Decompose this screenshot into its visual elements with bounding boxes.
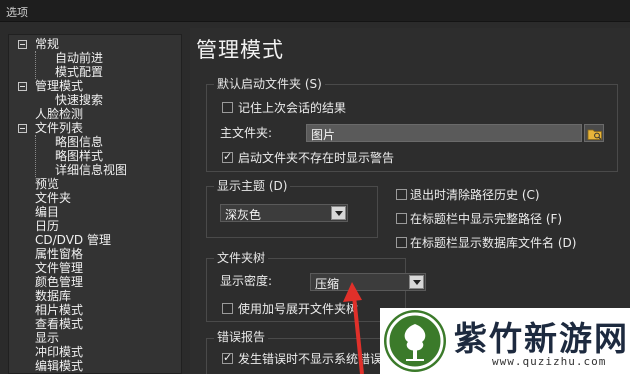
- suppress-errors-checkbox[interactable]: [222, 351, 233, 364]
- watermark-title: 紫竹新游网: [454, 319, 629, 358]
- tree-item-face-detect[interactable]: 人脸检测: [35, 107, 83, 121]
- browse-folder-button[interactable]: [584, 124, 604, 142]
- full-path-title-label: 在标题栏中显示完整路径 (F): [410, 212, 563, 226]
- tree-item-general[interactable]: 常规: [35, 37, 59, 51]
- tree-item-detail-view[interactable]: 详细信息视图: [55, 163, 127, 177]
- tree-item-calendar[interactable]: 日历: [35, 219, 59, 233]
- tree-item-file-list[interactable]: 文件列表: [35, 121, 83, 135]
- tree-icon: [386, 312, 444, 370]
- tree-item-display[interactable]: 显示: [35, 331, 59, 345]
- tree-item-database[interactable]: 数据库: [35, 289, 71, 303]
- tree-item-mode-config[interactable]: 模式配置: [55, 65, 103, 79]
- db-name-title-checkbox[interactable]: [396, 237, 407, 248]
- tree-item-edit-mode[interactable]: 编辑模式: [35, 359, 83, 373]
- error-report-group-label: 错误报告: [214, 330, 269, 344]
- page-title: 管理模式: [196, 38, 284, 62]
- tree-item-folder[interactable]: 文件夹: [35, 191, 71, 205]
- full-path-title-checkbox[interactable]: [396, 213, 407, 224]
- tree-item-color-manage[interactable]: 颜色管理: [35, 275, 83, 289]
- tree-item-thumb-style[interactable]: 略图样式: [55, 149, 103, 163]
- options-tree[interactable]: 常规 自动前进 模式配置 管理模式 快速搜索 人脸检测 文件列表 略图信息 略图…: [8, 34, 182, 374]
- tree-item-quick-search[interactable]: 快速搜索: [55, 93, 103, 107]
- window-title: 选项: [6, 6, 28, 19]
- density-label: 显示密度:: [220, 274, 273, 288]
- main-folder-input[interactable]: 图片: [306, 124, 582, 142]
- tree-item-cd-dvd[interactable]: CD/DVD 管理: [35, 233, 111, 247]
- density-select-value: 压缩: [315, 277, 340, 291]
- remember-session-label: 记住上次会话的结果: [238, 101, 347, 115]
- clear-history-checkbox[interactable]: [396, 189, 407, 200]
- warn-missing-folder-checkbox[interactable]: [222, 150, 233, 163]
- tree-item-photo-mode[interactable]: 相片模式: [35, 303, 83, 317]
- collapse-icon[interactable]: [18, 124, 27, 133]
- annotation-arrow-icon: [343, 282, 364, 374]
- tree-connector: [35, 51, 36, 79]
- plus-expand-checkbox[interactable]: [222, 303, 233, 314]
- chevron-down-icon[interactable]: [331, 206, 346, 220]
- tree-item-catalog[interactable]: 编目: [35, 205, 59, 219]
- theme-select[interactable]: 深灰色: [220, 204, 348, 222]
- tree-connector: [35, 135, 36, 177]
- window-titlebar: 选项: [0, 0, 630, 22]
- theme-group-label: 显示主题 (D): [214, 179, 291, 193]
- tree-item-manage-mode[interactable]: 管理模式: [35, 79, 83, 93]
- theme-select-value: 深灰色: [225, 208, 262, 222]
- folder-icon: [587, 129, 602, 140]
- tree-item-preview[interactable]: 预览: [35, 177, 59, 191]
- main-folder-label: 主文件夹:: [220, 126, 273, 140]
- collapse-icon[interactable]: [18, 40, 27, 49]
- remember-session-checkbox[interactable]: [222, 102, 233, 113]
- folder-tree-group-label: 文件夹树: [214, 251, 269, 265]
- collapse-icon[interactable]: [18, 82, 27, 91]
- logo-emblem: [384, 310, 446, 372]
- watermark-url: www.quzizhu.com: [492, 355, 607, 368]
- chevron-down-icon[interactable]: [409, 275, 424, 289]
- main-folder-value: 图片: [311, 128, 336, 142]
- warn-missing-folder-label: 启动文件夹不存在时显示警告: [238, 151, 395, 165]
- tree-item-print-mode[interactable]: 冲印模式: [35, 345, 83, 359]
- tree-item-file-manage[interactable]: 文件管理: [35, 261, 83, 275]
- clear-history-label: 退出时清除路径历史 (C): [410, 188, 540, 202]
- tree-item-view-mode[interactable]: 查看模式: [35, 317, 83, 331]
- tree-item-auto-advance[interactable]: 自动前进: [55, 51, 103, 65]
- tree-item-property-pane[interactable]: 属性窗格: [35, 247, 83, 261]
- tree-item-thumb-info[interactable]: 略图信息: [55, 135, 103, 149]
- watermark-logo: 紫竹新游网 www.quzizhu.com: [380, 308, 630, 374]
- default-folder-group-label: 默认启动文件夹 (S): [214, 77, 325, 91]
- db-name-title-label: 在标题栏显示数据库文件名 (D): [410, 236, 577, 250]
